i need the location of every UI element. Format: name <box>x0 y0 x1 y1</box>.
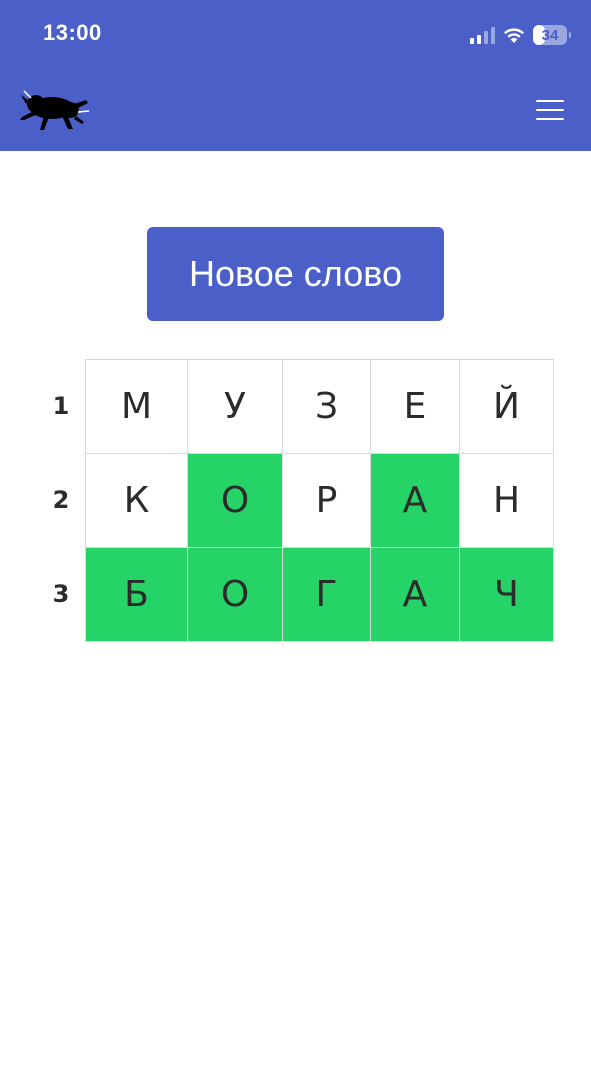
letter-cell-correct: А <box>370 453 460 548</box>
letter-cell-correct: Б <box>85 547 188 642</box>
status-time: 13:00 <box>43 20 102 45</box>
row-number: 3 <box>52 580 70 608</box>
letter-cell: У <box>187 359 283 454</box>
status-icons: 34 <box>470 22 571 48</box>
letter-cell: Р <box>282 453 371 548</box>
letter-cell: М <box>85 359 188 454</box>
row-number: 1 <box>52 392 70 420</box>
letter-cell: К <box>85 453 188 548</box>
letter-cell-correct: А <box>370 547 460 642</box>
grid-row: КОРАН <box>85 453 554 548</box>
letter-cell: З <box>282 359 371 454</box>
new-word-button[interactable]: Новое слово <box>147 227 444 321</box>
letter-cell-correct: О <box>187 547 283 642</box>
letter-cell: Н <box>459 453 554 548</box>
bull-logo-icon[interactable] <box>18 86 90 134</box>
letter-cell: Е <box>370 359 460 454</box>
letter-cell: Й <box>459 359 554 454</box>
battery-level: 34 <box>541 26 559 44</box>
letter-cell-correct: Г <box>282 547 371 642</box>
letter-cell-correct: О <box>187 453 283 548</box>
app-header: 13:00 34 <box>0 0 591 151</box>
cellular-signal-icon <box>470 26 495 44</box>
battery-icon: 34 <box>533 25 571 45</box>
wifi-icon <box>504 28 524 43</box>
word-grid: МУЗЕЙКОРАНБОГАЧ <box>85 359 554 642</box>
letter-cell-correct: Ч <box>459 547 554 642</box>
hamburger-menu-icon[interactable] <box>532 96 568 124</box>
grid-row: МУЗЕЙ <box>85 359 554 454</box>
row-number: 2 <box>52 486 70 514</box>
grid-row: БОГАЧ <box>85 547 554 642</box>
